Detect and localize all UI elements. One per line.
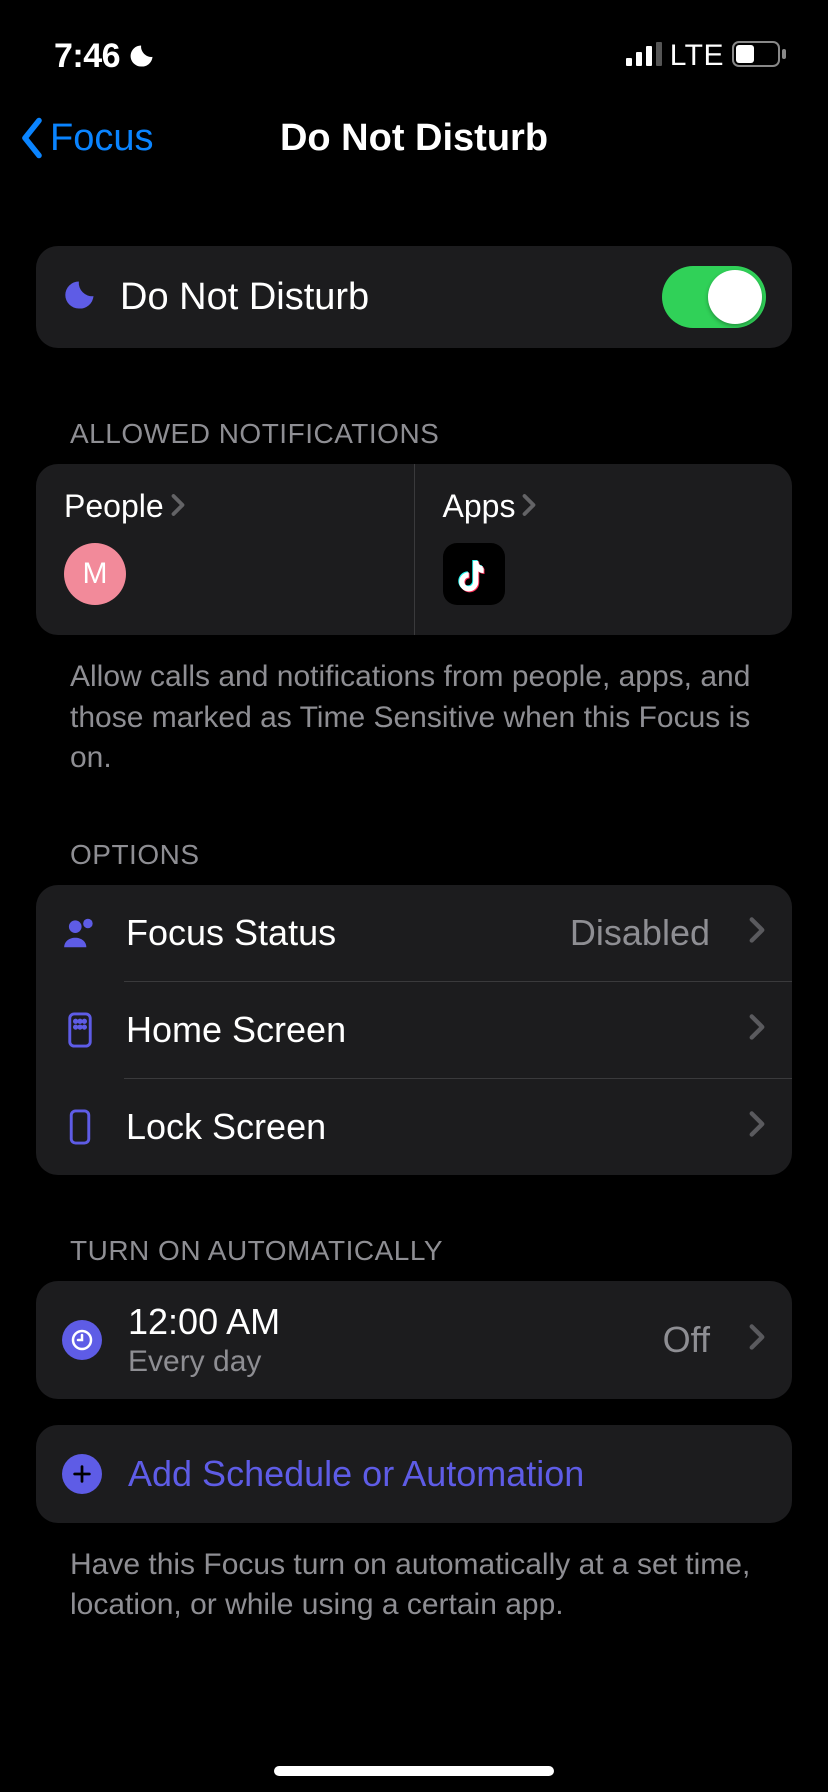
chevron-right-icon xyxy=(748,1110,766,1143)
home-indicator[interactable] xyxy=(274,1766,554,1776)
chevron-left-icon xyxy=(18,117,46,159)
do-not-disturb-row: Do Not Disturb xyxy=(36,246,792,348)
schedule-repeat: Every day xyxy=(128,1345,637,1379)
add-schedule-button[interactable]: Add Schedule or Automation xyxy=(36,1425,792,1523)
allowed-notifications-header: ALLOWED NOTIFICATIONS xyxy=(70,418,792,450)
options-list: Focus Status Disabled Home Screen Lock S… xyxy=(36,885,792,1175)
add-schedule-label: Add Schedule or Automation xyxy=(128,1453,584,1495)
moon-icon xyxy=(62,277,98,318)
allowed-people-label: People xyxy=(64,488,164,525)
clock-icon xyxy=(62,1320,102,1360)
chevron-right-icon xyxy=(748,1323,766,1356)
do-not-disturb-status-icon xyxy=(128,42,156,70)
lock-screen-row[interactable]: Lock Screen xyxy=(36,1079,792,1175)
battery-icon xyxy=(732,41,788,72)
allowed-people-button[interactable]: People M xyxy=(36,464,414,635)
allowed-apps-label: Apps xyxy=(443,488,516,525)
network-type: LTE xyxy=(670,39,724,73)
lock-screen-label: Lock Screen xyxy=(126,1106,722,1148)
status-right: LTE xyxy=(626,39,788,73)
focus-status-label: Focus Status xyxy=(126,912,544,954)
chevron-right-icon xyxy=(748,1013,766,1046)
status-bar: 7:46 LTE xyxy=(0,0,828,88)
home-screen-row[interactable]: Home Screen xyxy=(36,982,792,1078)
schedule-time: 12:00 AM xyxy=(128,1301,637,1343)
back-label: Focus xyxy=(50,117,153,160)
navigation-bar: Focus Do Not Disturb xyxy=(0,88,828,188)
allowed-notifications-card: People M Apps xyxy=(36,464,792,635)
allowed-apps-button[interactable]: Apps xyxy=(415,464,793,635)
home-screen-label: Home Screen xyxy=(126,1009,722,1051)
options-header: OPTIONS xyxy=(70,839,792,871)
schedule-state: Off xyxy=(663,1319,710,1361)
avatar-initial: M xyxy=(83,557,108,591)
status-time: 7:46 xyxy=(54,37,120,76)
tiktok-app-icon xyxy=(443,543,505,605)
plus-icon xyxy=(62,1454,102,1494)
automation-footer: Have this Focus turn on automatically at… xyxy=(70,1545,758,1626)
status-left: 7:46 xyxy=(54,37,156,76)
focus-status-icon xyxy=(60,914,100,952)
home-screen-icon xyxy=(60,1011,100,1049)
chevron-right-icon xyxy=(170,488,186,525)
allowed-notifications-footer: Allow calls and notifications from peopl… xyxy=(70,657,758,779)
automation-header: TURN ON AUTOMATICALLY xyxy=(70,1235,792,1267)
lock-screen-icon xyxy=(60,1108,100,1146)
focus-status-value: Disabled xyxy=(570,912,710,954)
schedule-row[interactable]: 12:00 AM Every day Off xyxy=(36,1281,792,1399)
back-button[interactable]: Focus xyxy=(18,117,153,160)
toggle-knob xyxy=(708,270,762,324)
person-avatar: M xyxy=(64,543,126,605)
chevron-right-icon xyxy=(748,916,766,949)
do-not-disturb-label: Do Not Disturb xyxy=(120,276,640,319)
focus-status-row[interactable]: Focus Status Disabled xyxy=(36,885,792,981)
chevron-right-icon xyxy=(521,488,537,525)
cellular-signal-icon xyxy=(626,42,662,71)
do-not-disturb-toggle[interactable] xyxy=(662,266,766,328)
